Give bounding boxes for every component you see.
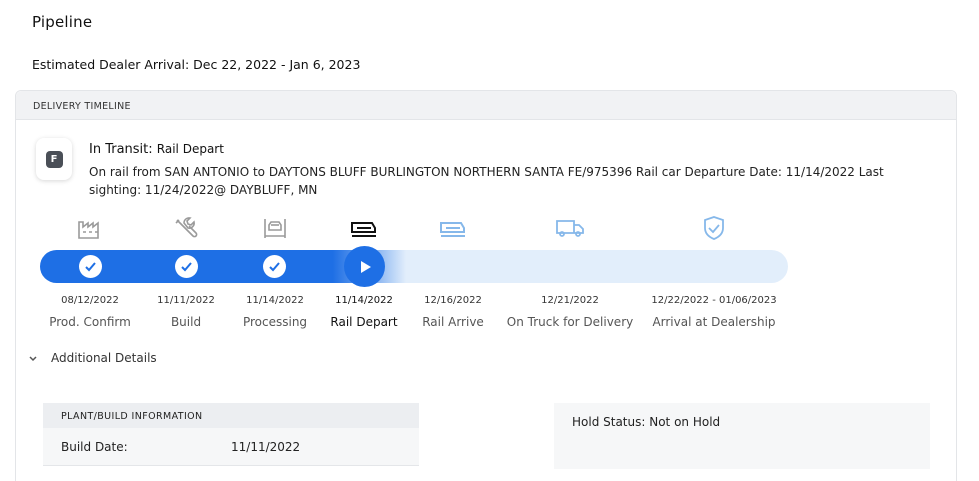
hold-status-box: Hold Status: Not on Hold [554, 403, 930, 469]
stage-date: 12/21/2022 [541, 295, 599, 306]
shield-check-icon [699, 215, 729, 241]
stage-date: 08/12/2022 [61, 295, 119, 306]
build-date-row: Build Date: 11/11/2022 [43, 428, 419, 466]
build-date-value: 11/11/2022 [231, 439, 301, 454]
status-badge: F [36, 138, 72, 180]
status-title: In Transit: Rail Depart [89, 142, 224, 157]
stage-label: Build [170, 315, 202, 329]
plant-build-info: PLANT/BUILD INFORMATION Build Date: 11/1… [43, 403, 419, 466]
plant-build-header: PLANT/BUILD INFORMATION [43, 403, 419, 428]
stage-date: 11/14/2022 [246, 295, 304, 306]
badge-letter: F [45, 150, 63, 168]
vehicle-lift-icon [260, 215, 290, 241]
page-title: Pipeline [32, 13, 93, 31]
stage-label: Rail Arrive [422, 315, 484, 329]
check-icon [263, 255, 286, 278]
delivery-timeline-card: DELIVERY TIMELINE F In Transit: Rail Dep… [15, 90, 957, 481]
stage-label: Rail Depart [330, 315, 398, 329]
truck-icon [555, 215, 585, 241]
build-date-label: Build Date: [61, 439, 128, 454]
stage-date: 12/22/2022 - 01/06/2023 [651, 295, 777, 306]
check-icon [175, 255, 198, 278]
additional-details-label: Additional Details [51, 351, 157, 365]
stage-label: Arrival at Dealership [652, 315, 776, 329]
play-icon [344, 246, 385, 287]
stage-date: 11/14/2022 [335, 295, 393, 306]
timeline-header: DELIVERY TIMELINE [16, 91, 956, 120]
factory-icon [75, 215, 105, 241]
status-stage: Rail Depart [156, 142, 224, 156]
progress-track [40, 246, 788, 287]
additional-details-toggle[interactable]: Additional Details [29, 351, 157, 365]
stage-label: Processing [242, 315, 308, 329]
status-prefix: In Transit: [89, 142, 153, 157]
status-description: On rail from SAN ANTONIO to DAYTONS BLUF… [89, 165, 884, 197]
stage-label: On Truck for Delivery [506, 315, 634, 329]
stage-date: 12/16/2022 [424, 295, 482, 306]
estimated-arrival: Estimated Dealer Arrival: Dec 22, 2022 -… [32, 57, 361, 72]
stage-label: Prod. Confirm [49, 315, 131, 329]
railcar-icon [349, 215, 379, 241]
check-icon [79, 255, 102, 278]
railcar-icon [438, 215, 468, 241]
hold-status: Hold Status: Not on Hold [572, 415, 721, 429]
chevron-down-icon [29, 351, 37, 365]
wrench-screwdriver-icon [171, 215, 201, 241]
stage-date: 11/11/2022 [157, 295, 215, 306]
